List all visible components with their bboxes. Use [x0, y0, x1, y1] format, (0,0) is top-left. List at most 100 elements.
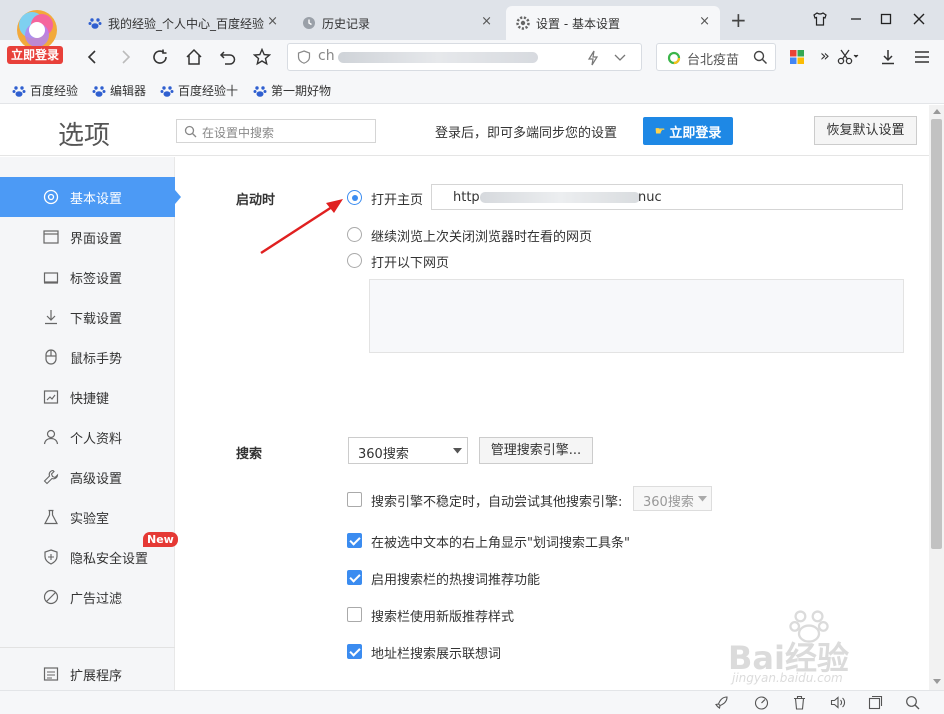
toolbar-search[interactable]: 台北疫苗 — [656, 43, 776, 71]
nav-toolbar: ch 台北疫苗 » — [0, 40, 944, 74]
radio-open-home-label[interactable]: 打开主页 — [371, 189, 423, 208]
sidebar-item-label: 快捷键 — [70, 391, 110, 407]
tab-title: 我的经验_个人中心_百度经验 — [108, 16, 265, 31]
close-window-icon[interactable] — [908, 8, 930, 30]
baidu-watermark: Bai经验 jingyan.baidu.com — [728, 605, 898, 690]
sync-hint: 登录后，即可多端同步您的设置 — [435, 126, 618, 141]
shirt-skin-icon[interactable] — [809, 8, 831, 30]
address-text: ch — [318, 48, 335, 64]
sidebar-item-profile[interactable]: 个人资料 — [0, 417, 175, 457]
sidebar-item-tabs[interactable]: 标签设置 — [0, 257, 175, 297]
checkbox-selection-toolbar[interactable] — [347, 533, 362, 548]
settings-search-input[interactable]: 在设置中搜索 — [176, 119, 376, 143]
search-engine-select[interactable]: 360搜索 — [348, 437, 468, 464]
bookmark-item[interactable]: 编辑器 — [92, 82, 146, 99]
checkbox-suggest[interactable] — [347, 644, 362, 659]
manage-engines-button[interactable]: 管理搜索引擎... — [479, 437, 593, 464]
tab-baidu-jingyan[interactable]: 我的经验_个人中心_百度经验 × — [78, 6, 288, 40]
undo-close-icon[interactable] — [216, 45, 240, 69]
wrench-icon — [42, 468, 60, 486]
baidu-paw-icon — [92, 85, 106, 97]
sidebar-item-mouse[interactable]: 鼠标手势 — [0, 337, 175, 377]
sidebar-item-download[interactable]: 下载设置 — [0, 297, 175, 337]
scroll-up-icon[interactable] — [933, 109, 941, 114]
download-icon[interactable] — [876, 45, 900, 69]
new-tab-button[interactable]: + — [730, 8, 747, 32]
menu-icon[interactable] — [910, 45, 934, 69]
checkbox-hot-words-label[interactable]: 启用搜索栏的热搜词推荐功能 — [371, 569, 540, 588]
radio-open-pages-label[interactable]: 打开以下网页 — [371, 252, 449, 271]
page-scrollbar[interactable] — [929, 105, 944, 690]
sidebar-item-label: 下载设置 — [70, 311, 123, 327]
search-icon — [184, 125, 197, 138]
trash-icon[interactable] — [792, 695, 807, 710]
checkbox-suggest-label[interactable]: 地址栏搜索展示联想词 — [371, 643, 501, 662]
sidebar-item-adblock[interactable]: 广告过滤 — [0, 577, 175, 617]
sidebar-item-label: 界面设置 — [70, 231, 123, 247]
checkbox-new-style-label[interactable]: 搜索栏使用新版推荐样式 — [371, 606, 514, 625]
lightning-icon[interactable] — [586, 50, 600, 66]
checkbox-new-style[interactable] — [347, 607, 362, 622]
sidebar-item-advanced[interactable]: 高级设置 — [0, 457, 175, 497]
bookmark-item[interactable]: 百度经验十 — [160, 82, 238, 99]
forward-icon[interactable] — [114, 45, 138, 69]
sidebar-item-label: 广告过滤 — [70, 591, 123, 607]
sidebar-item-lab[interactable]: 实验室 — [0, 497, 175, 537]
window-restore-icon[interactable] — [868, 695, 883, 710]
history-clock-icon — [303, 17, 315, 29]
home-url-input[interactable]: http nuc — [431, 184, 903, 210]
search-icon[interactable] — [753, 50, 768, 65]
apps-grid-icon[interactable] — [785, 45, 809, 69]
scissors-icon[interactable] — [836, 45, 860, 69]
person-icon — [42, 428, 60, 446]
maximize-icon[interactable] — [875, 8, 897, 30]
reset-defaults-button[interactable]: 恢复默认设置 — [814, 116, 917, 145]
sound-icon[interactable] — [830, 695, 846, 710]
home-url-start: http — [453, 190, 480, 205]
login-badge[interactable]: 立即登录 — [7, 46, 63, 64]
checkbox-fallback-label[interactable]: 搜索引擎不稳定时，自动尝试其他搜索引擎: — [371, 491, 622, 510]
checkbox-fallback[interactable] — [347, 492, 362, 507]
pages-list-box[interactable] — [369, 279, 904, 353]
sidebar-item-label: 隐私安全设置 — [70, 551, 149, 567]
radio-continue-label[interactable]: 继续浏览上次关闭浏览器时在看的网页 — [371, 226, 592, 245]
zoom-icon[interactable] — [905, 695, 920, 710]
fallback-engine-value: 360搜索 — [643, 495, 694, 510]
chevron-down-icon[interactable] — [614, 53, 626, 63]
close-icon[interactable]: × — [267, 14, 278, 29]
more-extensions[interactable]: » — [820, 46, 830, 65]
fallback-engine-select[interactable]: 360搜索 — [633, 486, 712, 511]
sidebar-item-interface[interactable]: 界面设置 — [0, 217, 175, 257]
home-icon[interactable] — [182, 45, 206, 69]
tab-history[interactable]: 历史记录 × — [292, 6, 502, 40]
back-icon[interactable] — [80, 45, 104, 69]
reload-icon[interactable] — [148, 45, 172, 69]
bookmark-item[interactable]: 第一期好物 — [253, 82, 333, 99]
shield-icon — [42, 548, 60, 566]
checkbox-hot-words[interactable] — [347, 570, 362, 585]
settings-header: 选项 在设置中搜索 登录后，即可多端同步您的设置 ☛ 立即登录 恢复默认设置 — [0, 105, 929, 156]
rocket-icon[interactable] — [714, 695, 729, 710]
home-url-end: nuc — [638, 190, 662, 205]
login-button[interactable]: ☛ 立即登录 — [643, 117, 733, 145]
scroll-thumb[interactable] — [931, 119, 942, 549]
baidu-paw-icon — [88, 18, 102, 29]
new-badge: New — [143, 532, 178, 547]
tab-settings[interactable]: 设置 - 基本设置 × — [506, 6, 720, 40]
checkbox-selection-toolbar-label[interactable]: 在被选中文本的右上角显示"划词搜索工具条" — [371, 532, 630, 551]
sidebar-item-extensions[interactable]: 扩展程序 — [0, 654, 175, 694]
scroll-down-icon[interactable] — [933, 679, 941, 684]
sidebar-item-basic[interactable]: 基本设置 — [0, 177, 181, 217]
star-icon[interactable] — [250, 45, 274, 69]
login-button-label: 立即登录 — [669, 125, 722, 141]
sidebar-item-privacy[interactable]: 隐私安全设置 New — [0, 532, 178, 577]
bookmark-item[interactable]: 百度经验 — [12, 82, 78, 99]
speed-icon[interactable] — [754, 695, 769, 710]
address-bar[interactable]: ch — [287, 43, 642, 71]
sidebar-item-shortcuts[interactable]: 快捷键 — [0, 377, 175, 417]
bookmarks-bar: 百度经验 编辑器 百度经验十 第一期好物 — [0, 74, 944, 104]
minimize-icon[interactable] — [845, 8, 867, 30]
close-icon[interactable]: × — [699, 14, 710, 29]
close-icon[interactable]: × — [481, 14, 492, 29]
settings-page: 选项 在设置中搜索 登录后，即可多端同步您的设置 ☛ 立即登录 恢复默认设置 基… — [0, 105, 929, 690]
